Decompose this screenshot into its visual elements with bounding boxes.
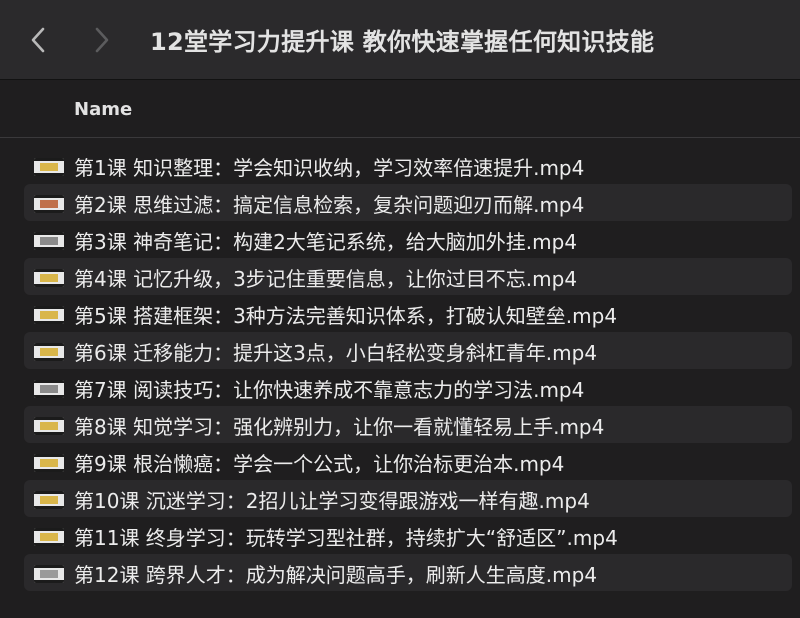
file-name: 第7课 阅读技巧：让你快速养成不靠意志力的学习法.mp4 [74,378,585,402]
file-name: 第4课 记忆升级，3步记住重要信息，让你过目不忘.mp4 [74,267,578,291]
file-name: 第5课 搭建框架：3种方法完善知识体系，打破认知壁垒.mp4 [74,304,618,328]
video-file-icon [34,491,64,509]
chevron-left-icon [31,27,45,53]
file-row[interactable]: 第1课 知识整理：学会知识收纳，学习效率倍速提升.mp4 [24,147,792,184]
file-name: 第10课 沉迷学习：2招儿让学习变得跟游戏一样有趣.mp4 [74,489,590,513]
file-row[interactable]: 第11课 终身学习：玩转学习型社群，持续扩大“舒适区”.mp4 [24,517,792,554]
video-file-icon [34,454,64,472]
window-title: 12堂学习力提升课 教你快速掌握任何知识技能 [150,28,655,56]
video-file-icon [34,417,64,435]
chevron-right-icon [95,27,109,53]
file-name: 第8课 知觉学习：强化辨别力，让你一看就懂轻易上手.mp4 [74,415,605,439]
file-row[interactable]: 第12课 跨界人才：成为解决问题高手，刷新人生高度.mp4 [24,554,792,591]
video-file-icon [34,232,64,250]
video-file-icon [34,528,64,546]
file-row[interactable]: 第7课 阅读技巧：让你快速养成不靠意志力的学习法.mp4 [24,369,792,406]
file-name: 第9课 根治懒癌：学会一个公式，让你治标更治本.mp4 [74,452,565,476]
forward-button[interactable] [84,20,120,60]
file-row[interactable]: 第8课 知觉学习：强化辨别力，让你一看就懂轻易上手.mp4 [24,406,792,443]
file-row[interactable]: 第9课 根治懒癌：学会一个公式，让你治标更治本.mp4 [24,443,792,480]
file-row[interactable]: 第5课 搭建框架：3种方法完善知识体系，打破认知壁垒.mp4 [24,295,792,332]
back-button[interactable] [20,20,56,60]
file-row[interactable]: 第2课 思维过滤：搞定信息检索，复杂问题迎刃而解.mp4 [24,184,792,221]
file-row[interactable]: 第10课 沉迷学习：2招儿让学习变得跟游戏一样有趣.mp4 [24,480,792,517]
file-name: 第2课 思维过滤：搞定信息检索，复杂问题迎刃而解.mp4 [74,193,585,217]
video-file-icon [34,158,64,176]
file-row[interactable]: 第4课 记忆升级，3步记住重要信息，让你过目不忘.mp4 [24,258,792,295]
finder-window: 12堂学习力提升课 教你快速掌握任何知识技能 Name 第1课 知识整理：学会知… [0,0,800,618]
video-file-icon [34,343,64,361]
file-name: 第11课 终身学习：玩转学习型社群，持续扩大“舒适区”.mp4 [74,526,618,550]
file-name: 第3课 神奇笔记：构建2大笔记系统，给大脑加外挂.mp4 [74,230,578,254]
file-name: 第12课 跨界人才：成为解决问题高手，刷新人生高度.mp4 [74,563,598,587]
video-file-icon [34,565,64,583]
file-row[interactable]: 第6课 迁移能力：提升这3点，小白轻松变身斜杠青年.mp4 [24,332,792,369]
file-name: 第1课 知识整理：学会知识收纳，学习效率倍速提升.mp4 [74,156,585,180]
name-column-header[interactable]: Name [74,99,132,120]
file-name: 第6课 迁移能力：提升这3点，小白轻松变身斜杠青年.mp4 [74,341,598,365]
list-header: Name [0,80,800,138]
file-list: 第1课 知识整理：学会知识收纳，学习效率倍速提升.mp4 第2课 思维过滤：搞定信… [0,147,800,591]
video-file-icon [34,195,64,213]
title-bar: 12堂学习力提升课 教你快速掌握任何知识技能 [0,0,800,80]
video-file-icon [34,269,64,287]
video-file-icon [34,380,64,398]
file-row[interactable]: 第3课 神奇笔记：构建2大笔记系统，给大脑加外挂.mp4 [24,221,792,258]
video-file-icon [34,306,64,324]
